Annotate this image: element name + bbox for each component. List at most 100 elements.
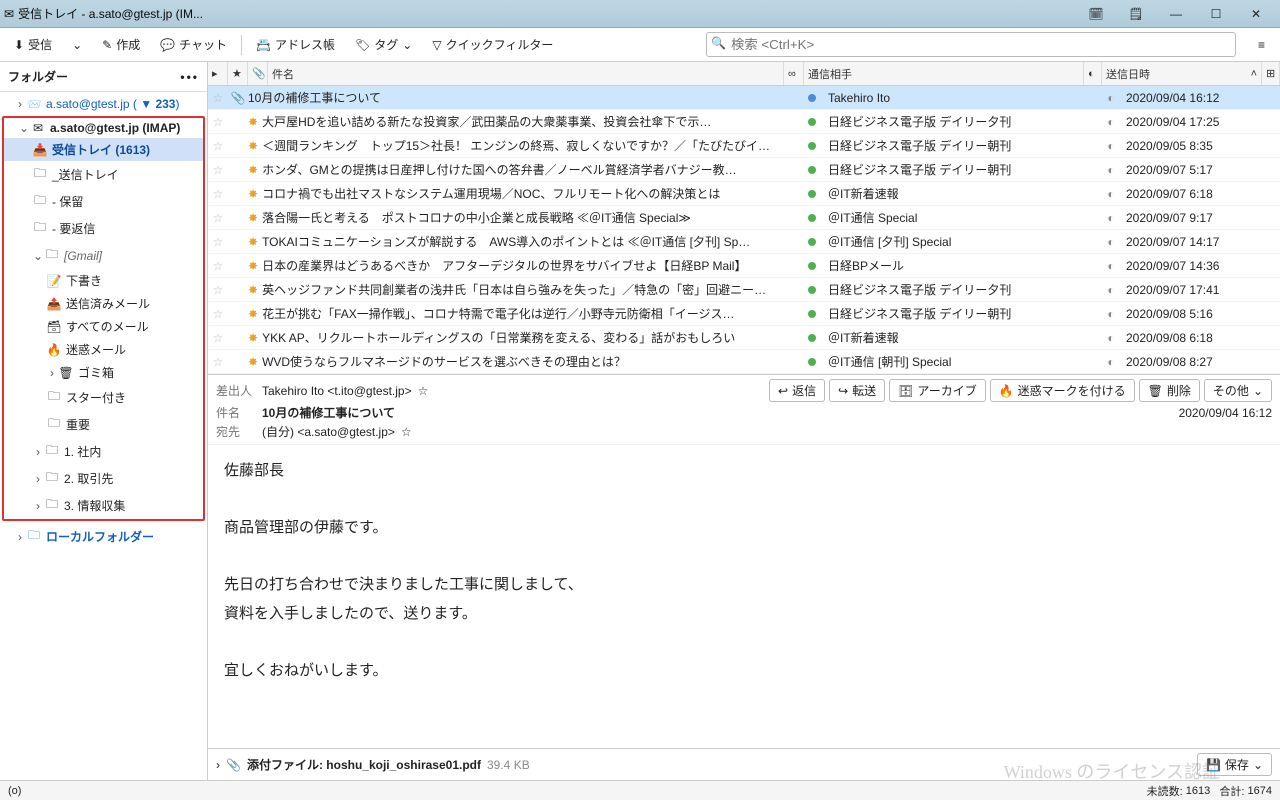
- junk-indicator[interactable]: ◐: [1102, 211, 1120, 225]
- junk-indicator[interactable]: ◐: [1102, 115, 1120, 129]
- junk-indicator[interactable]: ◐: [1102, 139, 1120, 153]
- addressbook-button[interactable]: 📇アドレス帳: [250, 32, 341, 57]
- col-junk[interactable]: ◐: [1084, 62, 1102, 85]
- col-date[interactable]: 送信日時˄: [1102, 62, 1262, 85]
- search-input[interactable]: [706, 32, 1236, 57]
- col-attachment[interactable]: 📎: [248, 62, 268, 85]
- star-icon[interactable]: ☆: [208, 259, 228, 273]
- reply-button[interactable]: ↩ 返信: [769, 379, 825, 402]
- read-indicator[interactable]: [802, 211, 822, 225]
- col-thread[interactable]: ▸: [208, 62, 228, 85]
- account-1[interactable]: ›📨 a.sato@gtest.jp ( ▼ 233): [0, 94, 207, 114]
- folder-partners[interactable]: ›🗀2. 取引先: [4, 465, 203, 492]
- message-row[interactable]: ☆📎10月の補修工事についてTakehiro Ito◐2020/09/04 16…: [208, 86, 1280, 110]
- folder-trash[interactable]: ›🗑ゴミ箱: [4, 361, 203, 384]
- delete-button[interactable]: 🗑 削除: [1139, 379, 1200, 402]
- read-indicator[interactable]: [802, 115, 822, 129]
- junk-indicator[interactable]: ◐: [1102, 91, 1120, 105]
- junk-button[interactable]: 🔥 迷惑マークを付ける: [990, 379, 1135, 402]
- read-indicator[interactable]: [802, 283, 822, 297]
- junk-indicator[interactable]: ◐: [1102, 163, 1120, 177]
- message-row[interactable]: ☆✸YKK AP、リクルートホールディングスの「日常業務を変える、変わる」話がお…: [208, 326, 1280, 350]
- calendar-icon[interactable]: 🗓: [1076, 2, 1116, 26]
- junk-indicator[interactable]: ◐: [1102, 283, 1120, 297]
- other-button[interactable]: その他 ⌄: [1204, 379, 1272, 402]
- star-icon[interactable]: ☆: [208, 187, 228, 201]
- read-indicator[interactable]: [802, 235, 822, 249]
- local-folders[interactable]: ›🗀ローカルフォルダー: [0, 523, 207, 550]
- message-row[interactable]: ☆✸英ヘッジファンド共同創業者の浅井氏「日本は自ら強みを失った」／特急の「密」回…: [208, 278, 1280, 302]
- app-menu-button[interactable]: ≡: [1252, 34, 1272, 56]
- message-row[interactable]: ☆✸大戸屋HDを追い詰める新たな投資家／武田薬品の大衆薬事業、投資会社傘下で示……: [208, 110, 1280, 134]
- star-icon[interactable]: ☆: [208, 211, 228, 225]
- message-row[interactable]: ☆✸＜週間ランキング トップ15＞社長！ エンジンの終焉、寂しくないですか？／「…: [208, 134, 1280, 158]
- folder-spam[interactable]: 🔥迷惑メール: [4, 338, 203, 361]
- star-icon[interactable]: ☆: [401, 425, 412, 439]
- message-row[interactable]: ☆✸花王が挑む「FAX一掃作戦」、コロナ特需で電子化は逆行／小野寺元防衛相「イー…: [208, 302, 1280, 326]
- col-read[interactable]: ∞: [784, 62, 804, 85]
- folder-important[interactable]: 🗀重要: [4, 411, 203, 438]
- folder-allmail[interactable]: 🗃すべてのメール: [4, 315, 203, 338]
- read-indicator[interactable]: [802, 139, 822, 153]
- close-button[interactable]: ✕: [1236, 2, 1276, 26]
- star-icon[interactable]: ☆: [208, 235, 228, 249]
- col-correspondent[interactable]: 通信相手: [804, 62, 1084, 85]
- junk-indicator[interactable]: ◐: [1102, 259, 1120, 273]
- folder-sent[interactable]: 📤送信済みメール: [4, 292, 203, 315]
- attachment-name[interactable]: 添付ファイル: hoshu_koji_oshirase01.pdf: [247, 756, 481, 773]
- receive-menu[interactable]: ⌄: [66, 34, 88, 56]
- read-indicator[interactable]: [802, 91, 822, 105]
- junk-indicator[interactable]: ◐: [1102, 307, 1120, 321]
- folder-needreply[interactable]: 🗀- 要返信: [4, 215, 203, 242]
- read-indicator[interactable]: [802, 259, 822, 273]
- compose-button[interactable]: ✎作成: [96, 32, 146, 57]
- folder-drafts[interactable]: 📝下書き: [4, 269, 203, 292]
- folder-starred[interactable]: 🗀スター付き: [4, 384, 203, 411]
- star-icon[interactable]: ☆: [208, 355, 228, 369]
- tag-button[interactable]: 🏷タグ ⌄: [349, 32, 418, 57]
- col-picker[interactable]: ⊞: [1262, 62, 1280, 85]
- read-indicator[interactable]: [802, 307, 822, 321]
- message-row[interactable]: ☆✸日本の産業界はどうあるべきか アフターデジタルの世界をサバイブせよ【日経BP…: [208, 254, 1280, 278]
- col-subject[interactable]: 件名: [268, 62, 784, 85]
- message-row[interactable]: ☆✸ホンダ、GMとの提携は日産押し付けた国への答弁書／ノーベル賞経済学者バナジー…: [208, 158, 1280, 182]
- folder-hold[interactable]: 🗀- 保留: [4, 188, 203, 215]
- minimize-button[interactable]: —: [1156, 2, 1196, 26]
- maximize-button[interactable]: ☐: [1196, 2, 1236, 26]
- star-icon[interactable]: ☆: [208, 115, 228, 129]
- star-icon[interactable]: ☆: [208, 163, 228, 177]
- forward-button[interactable]: ↪ 転送: [829, 379, 885, 402]
- message-row[interactable]: ☆✸WVD使うならフルマネージドのサービスを選ぶべきその理由とは？＠IT通信 […: [208, 350, 1280, 374]
- star-icon[interactable]: ☆: [208, 307, 228, 321]
- chat-button[interactable]: 💬チャット: [154, 32, 233, 57]
- receive-button[interactable]: ⬇受信: [8, 32, 58, 57]
- col-star[interactable]: ★: [228, 62, 248, 85]
- read-indicator[interactable]: [802, 187, 822, 201]
- expand-attachments[interactable]: ›: [216, 758, 220, 772]
- sync-icon[interactable]: (o): [8, 785, 21, 797]
- star-icon[interactable]: ☆: [208, 91, 228, 105]
- message-row[interactable]: ☆✸コロナ禍でも出社マストなシステム運用現場／NOC、フルリモート化への解決策と…: [208, 182, 1280, 206]
- junk-indicator[interactable]: ◐: [1102, 331, 1120, 345]
- folder-gmail[interactable]: ⌄🗀[Gmail]: [4, 242, 203, 269]
- star-icon[interactable]: ☆: [208, 139, 228, 153]
- tasks-icon[interactable]: 🗒: [1116, 2, 1156, 26]
- star-icon[interactable]: ☆: [208, 331, 228, 345]
- message-row[interactable]: ☆✸TOKAIコミュニケーションズが解説する AWS導入のポイントとは ≪＠IT…: [208, 230, 1280, 254]
- star-icon[interactable]: ☆: [208, 283, 228, 297]
- folder-internal[interactable]: ›🗀1. 社内: [4, 438, 203, 465]
- read-indicator[interactable]: [802, 355, 822, 369]
- junk-indicator[interactable]: ◐: [1102, 235, 1120, 249]
- star-icon[interactable]: ☆: [418, 384, 429, 398]
- message-row[interactable]: ☆✸落合陽一氏と考える ポストコロナの中小企業と成長戦略 ≪＠IT通信 Spec…: [208, 206, 1280, 230]
- junk-indicator[interactable]: ◐: [1102, 355, 1120, 369]
- folder-info[interactable]: ›🗀3. 情報収集: [4, 492, 203, 519]
- junk-indicator[interactable]: ◐: [1102, 187, 1120, 201]
- folder-outbox[interactable]: 🗀_送信トレイ: [4, 161, 203, 188]
- account-2[interactable]: ⌄✉ a.sato@gtest.jp (IMAP): [4, 118, 203, 138]
- folder-inbox[interactable]: 📥 受信トレイ (1613): [4, 138, 203, 161]
- archive-button[interactable]: 🗄 アーカイブ: [889, 379, 986, 402]
- read-indicator[interactable]: [802, 163, 822, 177]
- sidebar-menu-button[interactable]: •••: [180, 70, 199, 84]
- quickfilter-button[interactable]: ▽クイックフィルター: [426, 32, 559, 57]
